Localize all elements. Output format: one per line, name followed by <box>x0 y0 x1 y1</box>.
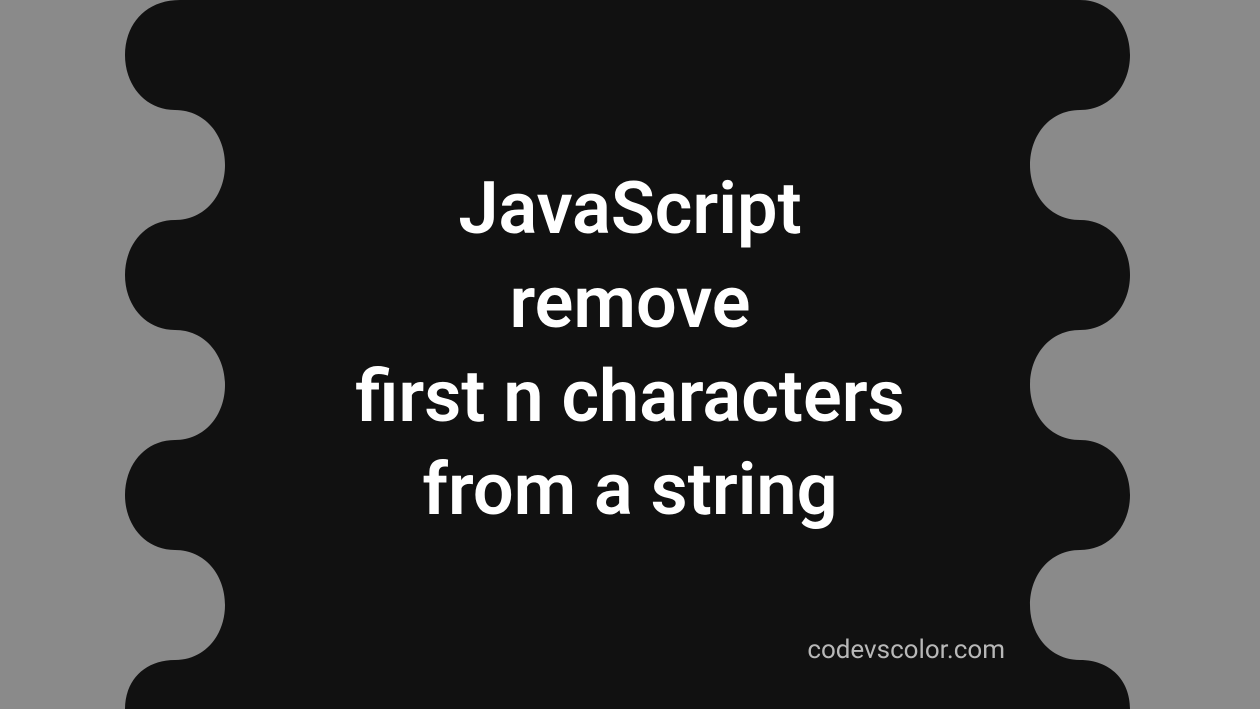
title-text: JavaScript remove first n characters fro… <box>355 162 904 536</box>
content-area: JavaScript remove first n characters fro… <box>0 0 1260 709</box>
watermark-text: codevscolor.com <box>807 635 1005 665</box>
graphic-card: JavaScript remove first n characters fro… <box>0 0 1260 709</box>
